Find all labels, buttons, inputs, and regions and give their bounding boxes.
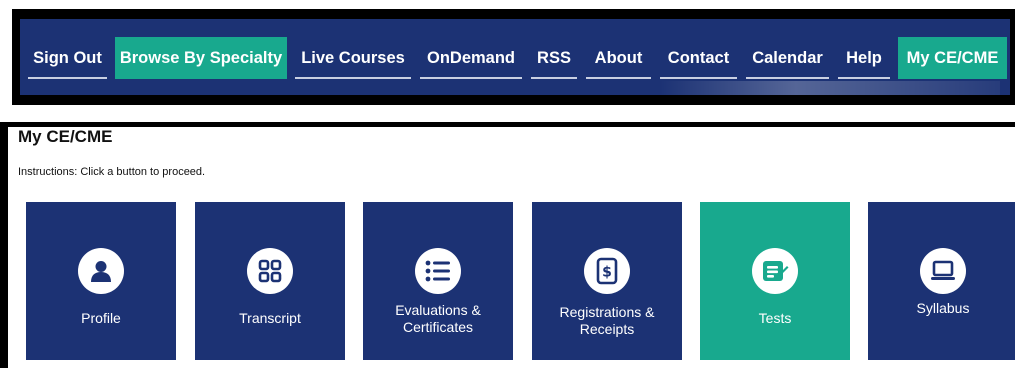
tile-evaluations-certificates[interactable]: Evaluations & Certificates [363,202,513,360]
main-nav-bar: Sign Out Browse By Specialty Live Course… [20,19,1010,95]
nav-underline [586,77,651,79]
tile-registrations-line2: Receipts [579,321,635,337]
list-icon [415,248,461,294]
nav-about-label: About [594,48,643,67]
page-title: My CE/CME [18,127,113,146]
tile-registrations-receipts-label: Registrations & Receipts [532,304,682,338]
nav-underline [838,77,890,79]
nav-underline [28,77,107,79]
tile-evaluations-certificates-label: Evaluations & Certificates [363,302,513,336]
nav-calendar-label: Calendar [752,48,823,67]
nav-help[interactable]: Help [838,37,890,79]
nav-underline [420,77,522,79]
receipt-dollar-icon: $ [584,248,630,294]
tile-registrations-line1: Registrations & [559,304,655,320]
tile-evaluations-line1: Evaluations & [395,302,481,318]
nav-sign-out[interactable]: Sign Out [28,37,107,79]
tile-tests-label: Tests [758,310,792,326]
nav-browse-by-specialty[interactable]: Browse By Specialty [115,37,287,79]
nav-about[interactable]: About [586,37,651,79]
nav-glare [660,81,1000,95]
nav-live-courses[interactable]: Live Courses [295,37,411,79]
nav-underline [531,77,577,79]
nav-live-courses-label: Live Courses [301,48,405,67]
nav-sign-out-label: Sign Out [33,48,102,67]
tile-transcript[interactable]: Transcript [195,202,345,360]
svg-text:$: $ [602,265,612,281]
nav-help-label: Help [846,48,882,67]
test-document-icon [752,248,798,294]
user-icon [78,248,124,294]
nav-contact-label: Contact [667,48,730,67]
grid-icon [247,248,293,294]
nav-calendar[interactable]: Calendar [746,37,829,79]
tile-registrations-receipts[interactable]: $ Registrations & Receipts [532,202,682,360]
nav-my-ce-cme[interactable]: My CE/CME [898,37,1007,79]
tile-transcript-label: Transcript [239,310,301,326]
tile-evaluations-line2: Certificates [402,319,474,335]
nav-contact[interactable]: Contact [660,37,737,79]
laptop-icon [920,248,966,294]
nav-browse-by-specialty-label: Browse By Specialty [119,48,283,67]
tile-syllabus[interactable]: Syllabus [868,202,1015,360]
nav-ondemand-label: OnDemand [426,48,515,67]
nav-my-ce-cme-label: My CE/CME [906,48,999,67]
nav-underline [295,77,411,79]
nav-frame: Sign Out Browse By Specialty Live Course… [12,9,1015,105]
nav-rss-label: RSS [537,48,571,67]
nav-underline [660,77,737,79]
tile-profile-label: Profile [81,310,121,326]
tile-tests[interactable]: Tests [700,202,850,360]
nav-underline [746,77,829,79]
tile-profile[interactable]: Profile [26,202,176,360]
nav-ondemand[interactable]: OnDemand [420,37,522,79]
nav-rss[interactable]: RSS [531,37,577,79]
instructions-text: Instructions: Click a button to proceed. [18,166,206,178]
tile-syllabus-label: Syllabus [916,300,970,316]
